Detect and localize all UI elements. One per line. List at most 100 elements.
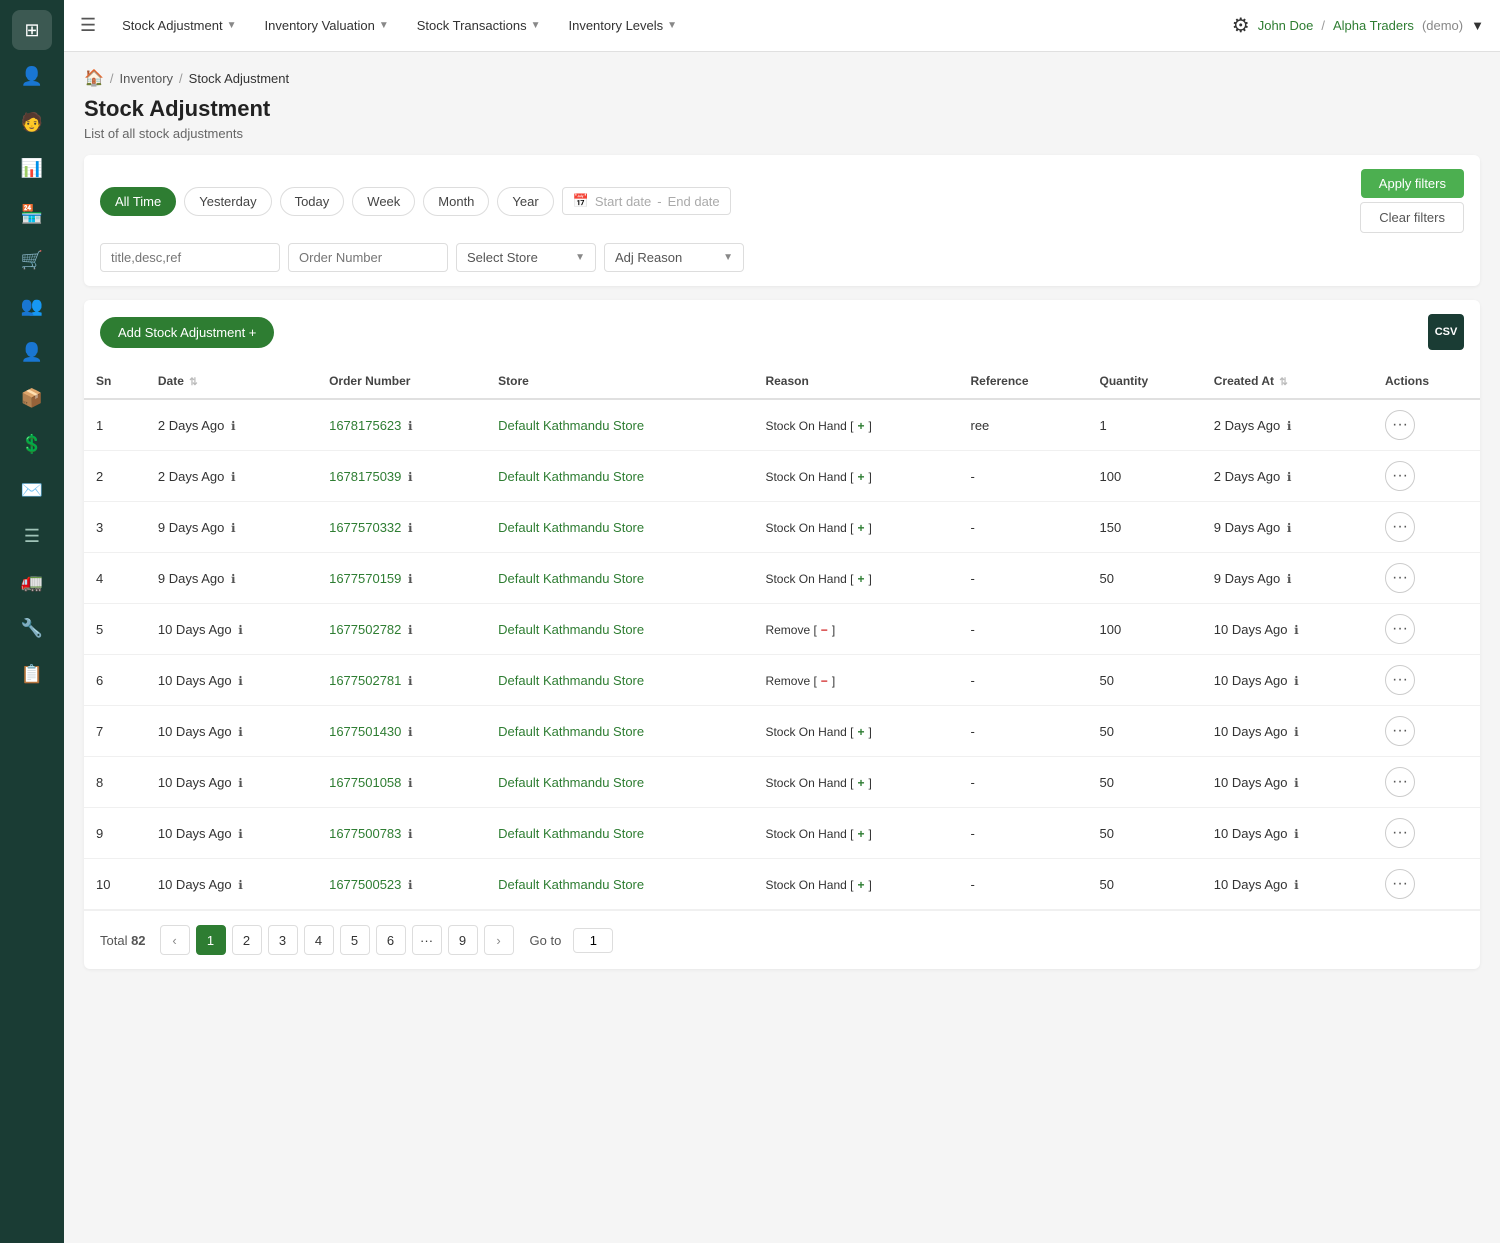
date-info-icon[interactable]: ℹ: [238, 674, 243, 688]
goto-input[interactable]: [573, 928, 613, 953]
topnav-inventory-valuation[interactable]: Inventory Valuation ▼: [255, 12, 399, 39]
add-stock-adjustment-button[interactable]: Add Stock Adjustment +: [100, 317, 274, 348]
date-info-icon[interactable]: ℹ: [238, 623, 243, 637]
breadcrumb-inventory[interactable]: Inventory: [120, 71, 173, 86]
created-info-icon[interactable]: ℹ: [1294, 878, 1299, 892]
time-btn-year[interactable]: Year: [497, 187, 553, 216]
created-info-icon[interactable]: ℹ: [1294, 776, 1299, 790]
created-info-icon[interactable]: ℹ: [1287, 419, 1292, 433]
page-btn-3[interactable]: 3: [268, 925, 298, 955]
col-created-at[interactable]: Created At ⇅: [1202, 364, 1373, 399]
order-info-icon[interactable]: ℹ: [408, 419, 413, 433]
page-btn-1[interactable]: 1: [196, 925, 226, 955]
hamburger-icon[interactable]: ☰: [80, 15, 96, 36]
order-number-input[interactable]: [288, 243, 448, 272]
mail-icon[interactable]: ✉️: [12, 470, 52, 510]
team-icon[interactable]: 👥: [12, 286, 52, 326]
store-icon[interactable]: 🏪: [12, 194, 52, 234]
created-info-icon[interactable]: ℹ: [1294, 623, 1299, 637]
store-link[interactable]: Default Kathmandu Store: [498, 520, 644, 535]
row-actions-button[interactable]: ···: [1385, 818, 1415, 848]
order-number-link[interactable]: 1677502781: [329, 673, 401, 688]
page-btn-2[interactable]: 2: [232, 925, 262, 955]
page-btn-6[interactable]: 6: [376, 925, 406, 955]
row-actions-button[interactable]: ···: [1385, 563, 1415, 593]
order-info-icon[interactable]: ℹ: [408, 725, 413, 739]
apply-filters-button[interactable]: Apply filters: [1361, 169, 1464, 198]
order-number-link[interactable]: 1677500783: [329, 826, 401, 841]
created-info-icon[interactable]: ℹ: [1287, 572, 1292, 586]
date-info-icon[interactable]: ℹ: [231, 572, 236, 586]
row-actions-button[interactable]: ···: [1385, 614, 1415, 644]
order-info-icon[interactable]: ℹ: [408, 776, 413, 790]
time-btn-month[interactable]: Month: [423, 187, 489, 216]
person-icon[interactable]: 🧑: [12, 102, 52, 142]
order-number-link[interactable]: 1677501430: [329, 724, 401, 739]
search-input[interactable]: [100, 243, 280, 272]
dashboard-icon[interactable]: ⊞: [12, 10, 52, 50]
prev-page-button[interactable]: ‹: [160, 925, 190, 955]
store-link[interactable]: Default Kathmandu Store: [498, 724, 644, 739]
created-info-icon[interactable]: ℹ: [1294, 674, 1299, 688]
clear-filters-button[interactable]: Clear filters: [1360, 202, 1464, 233]
time-btn-yesterday[interactable]: Yesterday: [184, 187, 271, 216]
order-number-link[interactable]: 1677501058: [329, 775, 401, 790]
cart-icon[interactable]: 🛒: [12, 240, 52, 280]
home-icon[interactable]: 🏠: [84, 68, 104, 88]
date-info-icon[interactable]: ℹ: [238, 725, 243, 739]
page-btn-5[interactable]: 5: [340, 925, 370, 955]
order-info-icon[interactable]: ℹ: [408, 521, 413, 535]
date-info-icon[interactable]: ℹ: [238, 776, 243, 790]
store-link[interactable]: Default Kathmandu Store: [498, 469, 644, 484]
created-info-icon[interactable]: ℹ: [1287, 521, 1292, 535]
store-link[interactable]: Default Kathmandu Store: [498, 877, 644, 892]
store-link[interactable]: Default Kathmandu Store: [498, 673, 644, 688]
date-range-picker[interactable]: 📅 Start date - End date: [562, 187, 731, 215]
order-number-link[interactable]: 1677502782: [329, 622, 401, 637]
tools-icon[interactable]: 🔧: [12, 608, 52, 648]
dollar-icon[interactable]: 💲: [12, 424, 52, 464]
row-actions-button[interactable]: ···: [1385, 410, 1415, 440]
created-info-icon[interactable]: ℹ: [1294, 725, 1299, 739]
topnav-inventory-levels[interactable]: Inventory Levels ▼: [558, 12, 687, 39]
users-icon[interactable]: 👤: [12, 56, 52, 96]
box-icon[interactable]: 📦: [12, 378, 52, 418]
order-info-icon[interactable]: ℹ: [408, 623, 413, 637]
order-number-link[interactable]: 1677570332: [329, 520, 401, 535]
page-btn-4[interactable]: 4: [304, 925, 334, 955]
order-number-link[interactable]: 1678175039: [329, 469, 401, 484]
chart-icon[interactable]: 📊: [12, 148, 52, 188]
time-btn-all-time[interactable]: All Time: [100, 187, 176, 216]
row-actions-button[interactable]: ···: [1385, 716, 1415, 746]
order-number-link[interactable]: 1677500523: [329, 877, 401, 892]
list-icon[interactable]: ☰: [12, 516, 52, 556]
order-info-icon[interactable]: ℹ: [408, 827, 413, 841]
row-actions-button[interactable]: ···: [1385, 461, 1415, 491]
col-date[interactable]: Date ⇅: [146, 364, 317, 399]
order-info-icon[interactable]: ℹ: [408, 878, 413, 892]
next-page-button[interactable]: ›: [484, 925, 514, 955]
user-circle-icon[interactable]: 👤: [12, 332, 52, 372]
time-btn-today[interactable]: Today: [280, 187, 345, 216]
order-info-icon[interactable]: ℹ: [408, 674, 413, 688]
csv-download-button[interactable]: CSV: [1428, 314, 1464, 350]
row-actions-button[interactable]: ···: [1385, 767, 1415, 797]
store-link[interactable]: Default Kathmandu Store: [498, 826, 644, 841]
topnav-stock-adjustment[interactable]: Stock Adjustment ▼: [112, 12, 246, 39]
row-actions-button[interactable]: ···: [1385, 665, 1415, 695]
store-link[interactable]: Default Kathmandu Store: [498, 571, 644, 586]
topnav-user[interactable]: ⚙ John Doe / Alpha Traders (demo) ▼: [1232, 13, 1484, 38]
store-link[interactable]: Default Kathmandu Store: [498, 775, 644, 790]
truck-icon[interactable]: 🚛: [12, 562, 52, 602]
order-number-link[interactable]: 1678175623: [329, 418, 401, 433]
order-number-link[interactable]: 1677570159: [329, 571, 401, 586]
date-info-icon[interactable]: ℹ: [231, 521, 236, 535]
date-info-icon[interactable]: ℹ: [238, 878, 243, 892]
order-info-icon[interactable]: ℹ: [408, 572, 413, 586]
date-info-icon[interactable]: ℹ: [231, 470, 236, 484]
store-link[interactable]: Default Kathmandu Store: [498, 622, 644, 637]
page-btn-9[interactable]: 9: [448, 925, 478, 955]
created-info-icon[interactable]: ℹ: [1287, 470, 1292, 484]
time-btn-week[interactable]: Week: [352, 187, 415, 216]
row-actions-button[interactable]: ···: [1385, 869, 1415, 899]
